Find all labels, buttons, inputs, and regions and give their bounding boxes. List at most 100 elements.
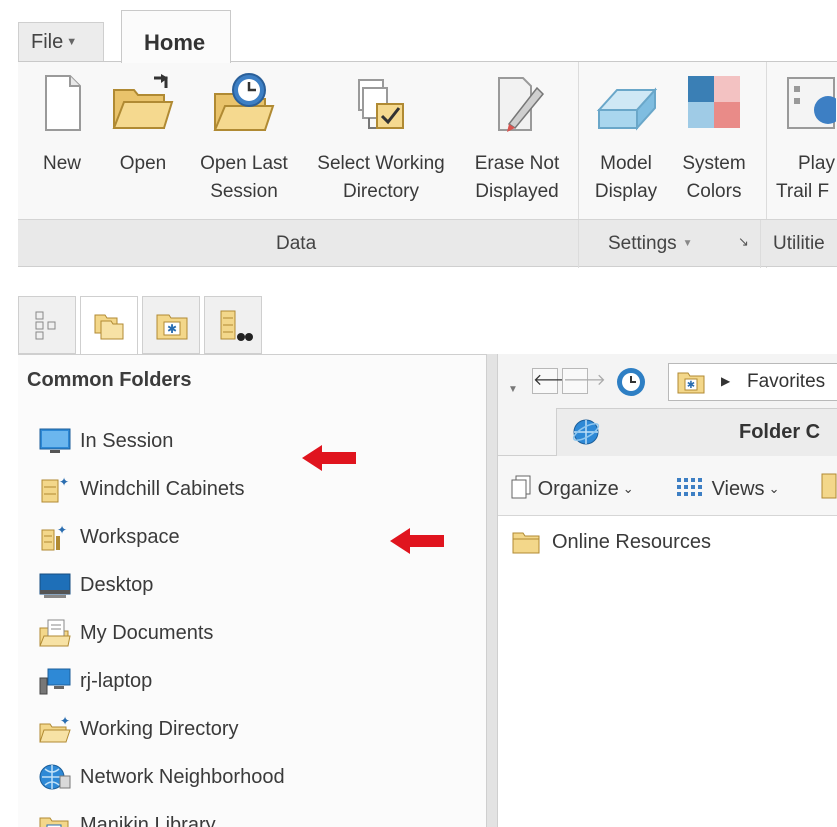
organize-label: Organize xyxy=(537,478,619,500)
tab-folder-browser[interactable] xyxy=(80,296,138,356)
system-colors-icon xyxy=(686,70,742,136)
annotation-arrow-icon xyxy=(390,528,444,554)
chevron-down-icon[interactable]: ▼ xyxy=(508,384,518,395)
folder-label: Desktop xyxy=(80,573,154,596)
favorites-icon: ✱ xyxy=(677,372,705,394)
file-menu-label: File xyxy=(31,31,64,53)
open-last-session-button[interactable]: Open Last Session xyxy=(192,70,296,206)
home-tab-label: Home xyxy=(144,30,206,55)
folder-item-working-directory[interactable]: ✦ Working Directory xyxy=(38,705,285,753)
menu-tab-bar: File ▼ Home xyxy=(18,10,837,63)
browser-toolbar: Organize ⌄ Views ⌄ xyxy=(498,456,837,516)
folder-list: In Session ✦ Windchill Cabinets ✦ Worksp… xyxy=(38,417,285,827)
folder-label: rj-laptop xyxy=(80,669,153,692)
open-last-session-label-line2: Session xyxy=(210,181,278,202)
folder-item-my-documents[interactable]: My Documents xyxy=(38,609,285,657)
model-display-icon xyxy=(593,70,659,136)
navigator-tabs: ✱ xyxy=(18,296,488,356)
windchill-cabinets-icon: ✦ xyxy=(38,474,72,504)
breadcrumb-arrow-icon[interactable]: ▶ xyxy=(721,374,730,388)
network-neighborhood-icon xyxy=(38,762,72,792)
organize-menu[interactable]: Organize ⌄ xyxy=(510,475,634,501)
computer-icon xyxy=(38,666,72,696)
svg-text:✦: ✦ xyxy=(59,475,69,489)
system-colors-label-line2: Colors xyxy=(686,181,742,202)
views-menu[interactable]: Views ⌄ xyxy=(676,475,779,501)
open-last-session-label: Open Last Session xyxy=(192,150,296,206)
address-bar[interactable]: ✱ ▶ Favorites xyxy=(668,363,837,401)
model-display-label-line1: Model xyxy=(600,153,652,174)
folder-item-workspace[interactable]: ✦ Workspace xyxy=(38,513,285,561)
in-session-icon xyxy=(38,426,72,456)
settings-group-dropdown[interactable]: Settings ▼ xyxy=(608,233,693,255)
system-colors-button[interactable]: System Colors xyxy=(674,70,754,206)
model-display-label-line2: Display xyxy=(594,181,658,202)
folder-label: Workspace xyxy=(80,525,180,548)
erase-not-displayed-label: Erase Not Displayed xyxy=(464,150,570,206)
folder-label: Windchill Cabinets xyxy=(80,477,245,500)
panel-title: Common Folders xyxy=(27,369,192,391)
open-last-session-label-line1: Open Last xyxy=(200,153,288,174)
erase-not-displayed-button[interactable]: Erase Not Displayed xyxy=(464,70,570,206)
back-button[interactable]: 🡐 xyxy=(532,368,576,394)
browser-nav-bar: ▼ 🡐 🡒 ✱ ▶ Favorites xyxy=(498,354,837,408)
chevron-down-icon: ▼ xyxy=(66,36,78,48)
desktop-icon xyxy=(38,570,72,600)
erase-not-displayed-label-line2: Displayed xyxy=(475,181,559,202)
tab-favorites[interactable]: ✱ xyxy=(142,296,200,354)
home-tab[interactable]: Home xyxy=(121,10,231,63)
folder-label: Manikin Library xyxy=(80,813,216,827)
forward-button[interactable]: 🡒 xyxy=(562,368,606,394)
chevron-down-icon: ▼ xyxy=(682,238,693,249)
svg-text:✱: ✱ xyxy=(687,380,695,391)
history-icon[interactable] xyxy=(614,366,648,398)
folder-item-in-session[interactable]: In Session xyxy=(38,417,285,465)
browser-tab-bar: Folder C xyxy=(498,408,837,456)
tab-model-tree[interactable] xyxy=(18,296,76,354)
workspace-icon: ✦ xyxy=(38,522,72,552)
new-button[interactable]: New xyxy=(30,70,94,178)
play-trail-file-button[interactable]: Play Trail F xyxy=(776,70,837,206)
select-working-directory-button[interactable]: Select Working Directory xyxy=(308,70,454,206)
play-trail-file-label: Play Trail F xyxy=(776,150,837,206)
model-display-label: Model Display xyxy=(588,150,664,206)
file-item-online-resources[interactable]: Online Resources xyxy=(512,530,711,554)
folder-label: Network Neighborhood xyxy=(80,765,285,788)
open-label: Open xyxy=(119,153,167,174)
my-documents-icon xyxy=(38,618,72,648)
folder-item-network-neighborhood[interactable]: Network Neighborhood xyxy=(38,753,285,801)
folder-item-desktop[interactable]: Desktop xyxy=(38,561,285,609)
views-label: Views xyxy=(711,478,765,500)
organize-icon xyxy=(511,475,531,499)
dialog-launcher-icon[interactable]: ↘ xyxy=(738,235,754,251)
erase-not-displayed-label-line1: Erase Not xyxy=(474,153,560,174)
select-working-directory-label-line2: Directory xyxy=(342,181,419,202)
open-button[interactable]: Open xyxy=(108,70,178,178)
folder-browser-icon xyxy=(94,314,124,340)
model-display-button[interactable]: Model Display xyxy=(588,70,664,206)
tools-icon[interactable] xyxy=(820,472,837,500)
model-tree-icon xyxy=(35,311,56,340)
chevron-down-icon: ⌄ xyxy=(768,481,780,496)
svg-text:✦: ✦ xyxy=(60,714,70,728)
play-trail-file-icon xyxy=(776,70,837,136)
windchill-connections-icon xyxy=(220,310,253,341)
system-colors-label-line1: System xyxy=(682,153,746,174)
folder-item-windchill-cabinets[interactable]: ✦ Windchill Cabinets xyxy=(38,465,285,513)
browser-tab-label: Folder C xyxy=(739,421,821,443)
folder-label: In Session xyxy=(80,429,174,452)
file-menu-tab[interactable]: File ▼ xyxy=(18,22,104,62)
new-label: New xyxy=(42,153,81,174)
manikin-library-icon xyxy=(38,810,72,827)
folder-item-manikin-library[interactable]: Manikin Library xyxy=(38,801,285,827)
tab-windchill-connections[interactable] xyxy=(204,296,262,354)
common-folders-panel: Common Folders In Session ✦ Windchill Ca… xyxy=(18,354,488,827)
panel-splitter[interactable] xyxy=(486,354,498,827)
annotation-arrow-icon xyxy=(302,445,356,471)
folder-icon xyxy=(512,532,540,554)
folder-item-rj-laptop[interactable]: rj-laptop xyxy=(38,657,285,705)
ribbon-separator xyxy=(760,220,761,268)
working-directory-icon: ✦ xyxy=(38,714,72,744)
open-last-session-icon xyxy=(209,70,279,136)
tab-folder-content[interactable]: Folder C xyxy=(556,408,837,456)
